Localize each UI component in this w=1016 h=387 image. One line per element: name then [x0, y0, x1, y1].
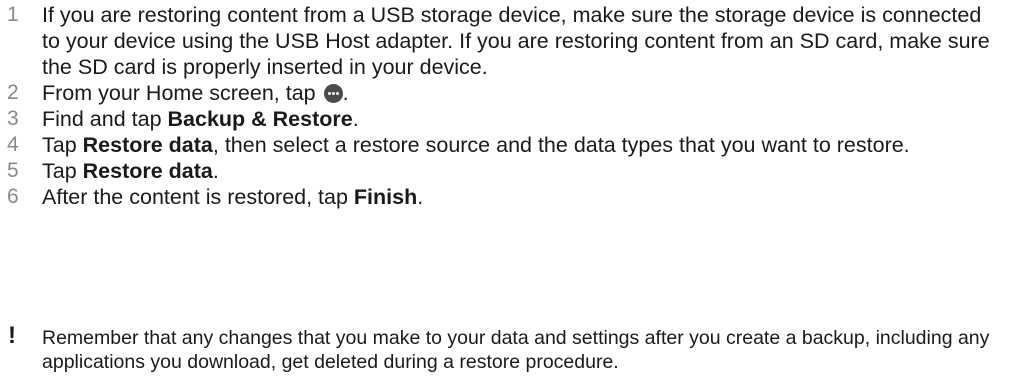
- step-text: Find and tap: [42, 107, 168, 131]
- apps-icon: [323, 84, 343, 103]
- restore-data-label: Restore data: [82, 159, 213, 183]
- step-text-end: , then select a restore source and the d…: [212, 133, 910, 157]
- restore-data-label: Restore data: [82, 133, 213, 157]
- step-4: 4 Tap Restore data, then select a restor…: [0, 132, 1000, 158]
- restore-steps-list: 1 If you are restoring content from a US…: [0, 2, 1000, 210]
- step-6: 6 After the content is restored, tap Fin…: [0, 184, 1000, 210]
- step-1: 1 If you are restoring content from a US…: [0, 2, 1000, 80]
- step-number: 2: [7, 81, 19, 104]
- step-text: From your Home screen, tap: [42, 81, 322, 105]
- step-number: 6: [7, 185, 19, 208]
- step-2: 2 From your Home screen, tap .: [0, 80, 1000, 106]
- step-number: 3: [7, 107, 19, 130]
- backup-restore-label: Backup & Restore: [167, 107, 353, 131]
- step-number: 1: [7, 3, 19, 26]
- step-number: 4: [7, 133, 19, 156]
- step-3: 3 Find and tap Backup & Restore.: [0, 106, 1000, 132]
- step-text-end: .: [342, 81, 349, 105]
- note-text: Remember that any changes that you make …: [42, 327, 990, 373]
- step-5: 5 Tap Restore data.: [0, 158, 1000, 184]
- step-text: After the content is restored, tap: [42, 185, 354, 209]
- step-text: If you are restoring content from a USB …: [42, 3, 990, 79]
- step-text-end: .: [352, 107, 359, 131]
- step-text: Tap: [42, 133, 83, 157]
- exclamation-icon: !: [8, 322, 16, 349]
- step-text: Tap: [42, 159, 83, 183]
- step-number: 5: [7, 159, 19, 182]
- step-text-end: .: [212, 159, 219, 183]
- step-text-end: .: [417, 185, 424, 209]
- finish-label: Finish: [353, 185, 418, 209]
